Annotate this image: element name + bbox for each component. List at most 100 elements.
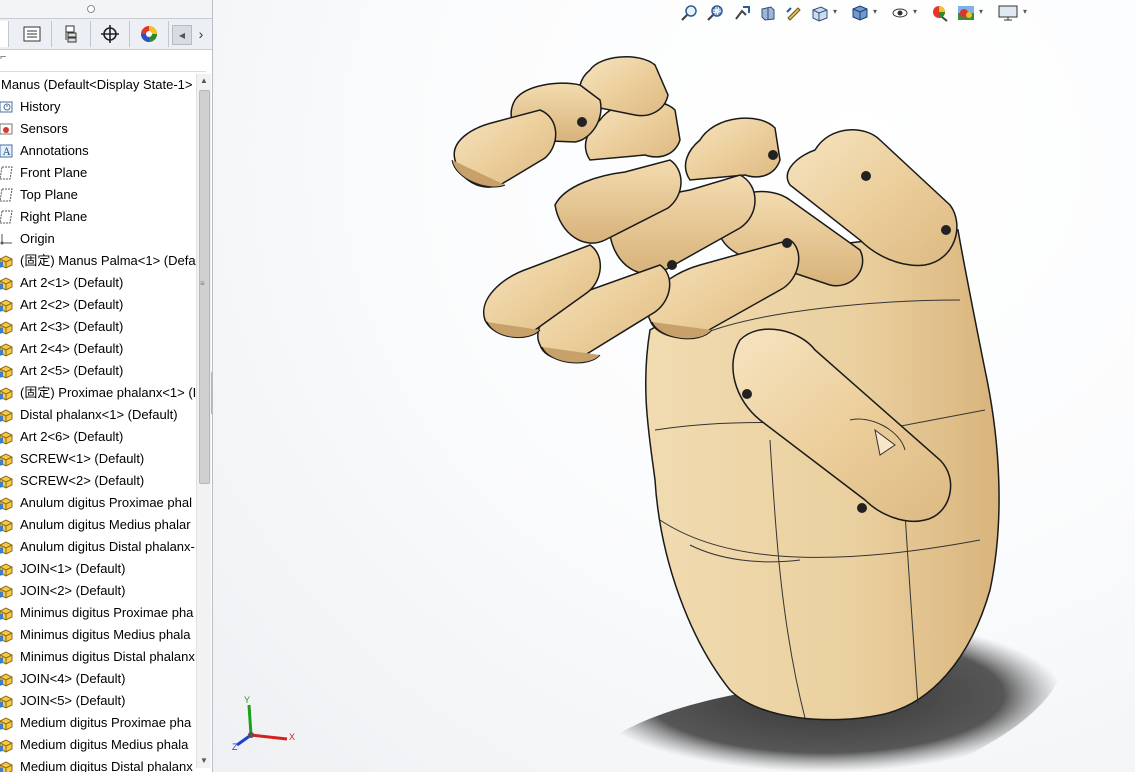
tree-item-label: Medium digitus Medius phala [20,737,189,752]
dimxpert-tab[interactable] [91,21,130,47]
plane-icon [0,187,14,203]
tree-item-label: JOIN<2> (Default) [20,583,126,598]
tree-item[interactable]: Minimus digitus Proximae pha [0,602,196,624]
tree-root-assembly[interactable]: Manus (Default<Display State-1> [0,74,196,96]
tree-item-label: Minimus digitus Medius phala [20,627,191,642]
part-icon [0,649,14,665]
tree-item[interactable]: Art 2<2> (Default) [0,294,196,316]
tree-item-label: JOIN<1> (Default) [20,561,126,576]
tree-item[interactable]: Front Plane [0,162,196,184]
part-icon [0,693,14,709]
part-icon [0,627,14,643]
wooden-hand-model[interactable] [213,0,1135,772]
part-icon [0,319,14,335]
tree-item[interactable]: JOIN<2> (Default) [0,580,196,602]
part-icon [0,473,14,489]
part-icon [0,671,14,687]
tree-item[interactable]: Art 2<6> (Default) [0,426,196,448]
tree-item[interactable]: JOIN<1> (Default) [0,558,196,580]
tree-item[interactable]: Medium digitus Proximae pha [0,712,196,734]
origin-icon [0,231,14,247]
tree-item[interactable]: Minimus digitus Distal phalanx [0,646,196,668]
tree-item[interactable]: Anulum digitus Distal phalanx- [0,536,196,558]
tree-item[interactable]: Art 2<1> (Default) [0,272,196,294]
panel-collapse-grip[interactable] [0,0,212,18]
tree-root-label: Manus (Default<Display State-1> [1,77,193,92]
tree-item-label: Art 2<2> (Default) [20,297,124,312]
part-icon [0,517,14,533]
triad-x-label: X [289,732,296,742]
reference-triad: Y X Z [227,695,297,755]
part-icon [0,275,14,291]
scroll-down-arrow-icon[interactable]: ▼ [197,754,211,768]
tree-item-label: (固定) Manus Palma<1> (Defa [20,253,196,268]
manager-tabs: ◂ › [0,18,212,50]
tree-item-label: Medium digitus Distal phalanx [20,759,193,772]
tree-item[interactable]: Art 2<5> (Default) [0,360,196,382]
tree-item[interactable]: Distal phalanx<1> (Default) [0,404,196,426]
part-icon [0,715,14,731]
tree-item-label: JOIN<5> (Default) [20,693,126,708]
triad-z-label: Z [232,742,238,752]
part-icon [0,253,14,269]
tree-item[interactable]: Top Plane [0,184,196,206]
filter-caret-icon: ⌐ [0,51,7,63]
tree-item[interactable]: (固定) Proximae phalanx<1> (I [0,382,196,404]
part-icon [0,429,14,445]
feature-manager-panel: ◂ › ⌐ Manus (Default<Display State-1> Hi… [0,0,213,772]
feature-tree-filter[interactable]: ⌐ [0,49,206,72]
tree-item-label: SCREW<1> (Default) [20,451,145,466]
tree-item-label: Art 2<6> (Default) [20,429,124,444]
scroll-up-arrow-icon[interactable]: ▲ [197,74,211,88]
tree-item[interactable]: Minimus digitus Medius phala [0,624,196,646]
tree-item-label: Minimus digitus Distal phalanx [20,649,195,664]
tree-item[interactable]: Art 2<4> (Default) [0,338,196,360]
tree-item[interactable]: A Annotations [0,140,196,162]
part-icon [0,385,14,401]
tree-item-label: Top Plane [20,187,78,202]
display-manager-tab[interactable] [130,21,169,47]
property-manager-tab[interactable] [13,21,52,47]
tree-item[interactable]: History [0,96,196,118]
tree-item-label: (固定) Proximae phalanx<1> (I [20,385,196,400]
tree-item[interactable]: Anulum digitus Medius phalar [0,514,196,536]
tree-item-label: Medium digitus Proximae pha [20,715,192,730]
configuration-manager-tab[interactable] [52,21,91,47]
triad-y-label: Y [244,695,251,705]
part-icon [0,341,14,357]
tree-item[interactable]: Medium digitus Distal phalanx [0,756,196,772]
plane-icon [0,209,14,225]
tabs-scroll-right-button[interactable]: › [192,25,210,43]
history-icon [0,99,14,115]
tree-item[interactable]: (固定) Manus Palma<1> (Defa [0,250,196,272]
tree-item-label: Art 2<1> (Default) [20,275,124,290]
tree-item[interactable]: Origin [0,228,196,250]
plane-icon [0,165,14,181]
tree-item-label: Anulum digitus Distal phalanx- [20,539,195,554]
tree-item[interactable]: SCREW<2> (Default) [0,470,196,492]
tree-item-label: Art 2<4> (Default) [20,341,124,356]
annotations-icon: A [0,143,14,159]
tree-item[interactable]: Medium digitus Medius phala [0,734,196,756]
part-icon [0,583,14,599]
tree-item[interactable]: Anulum digitus Proximae phal [0,492,196,514]
tree-item[interactable]: Art 2<3> (Default) [0,316,196,338]
tree-item[interactable]: SCREW<1> (Default) [0,448,196,470]
tree-item-label: Minimus digitus Proximae pha [20,605,194,620]
part-icon [0,737,14,753]
feature-tree-scrollbar[interactable]: ▲ ≡ ▼ [196,74,211,768]
tree-item-label: SCREW<2> (Default) [20,473,145,488]
part-icon [0,297,14,313]
tree-item[interactable]: Right Plane [0,206,196,228]
tree-item[interactable]: Sensors [0,118,196,140]
scrollbar-grip-icon: ≡ [200,279,205,288]
graphics-area[interactable]: ▾ ▾ ▾ ▾ ▾ Y X Z [213,0,1135,772]
feature-manager-tab[interactable] [0,21,9,47]
part-icon [0,759,14,772]
part-icon [0,561,14,577]
tree-item-label: Distal phalanx<1> (Default) [20,407,178,422]
sensors-icon [0,121,14,137]
tree-item[interactable]: JOIN<4> (Default) [0,668,196,690]
tree-item[interactable]: JOIN<5> (Default) [0,690,196,712]
tabs-scroll-left-button[interactable]: ◂ [172,25,192,45]
